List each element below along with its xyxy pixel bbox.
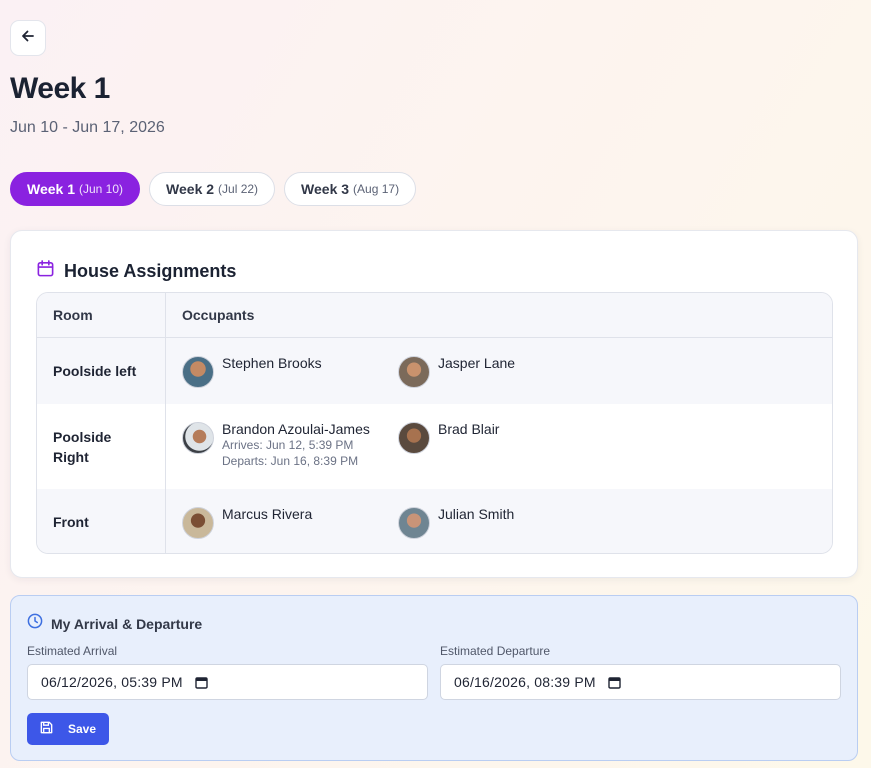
header-room: Room xyxy=(37,293,166,337)
save-label: Save xyxy=(68,722,97,736)
floppy-disk-icon xyxy=(39,720,54,738)
arrival-time: Arrives: Jun 12, 5:39 PM xyxy=(222,438,354,452)
departure-label: Estimated Departure xyxy=(440,644,551,658)
tab-date: (Jul 22) xyxy=(218,182,259,196)
avatar xyxy=(182,507,214,539)
room-name: Poolside left xyxy=(37,338,166,404)
room-name: Front xyxy=(37,489,166,553)
departure-value: 06/16/2026, 08:39 PM xyxy=(454,674,596,690)
avatar xyxy=(182,422,214,454)
tab-week-3[interactable]: Week 3 (Aug 17) xyxy=(284,172,417,206)
page-title: Week 1 xyxy=(10,72,110,105)
occupant: Stephen Brooks xyxy=(182,353,398,388)
avatar xyxy=(182,356,214,388)
occupant-name: Julian Smith xyxy=(438,506,515,522)
avatar xyxy=(398,422,430,454)
avatar xyxy=(398,507,430,539)
header-occupants: Occupants xyxy=(182,307,255,323)
occupant: Jasper Lane xyxy=(398,353,614,388)
panel-title: My Arrival & Departure xyxy=(51,615,203,632)
occupant: Brandon Azoulai-James Arrives: Jun 12, 5… xyxy=(182,419,398,469)
tab-week-2[interactable]: Week 2 (Jul 22) xyxy=(149,172,276,206)
clock-icon xyxy=(27,613,43,634)
departure-time: Departs: Jun 16, 8:39 PM xyxy=(222,454,359,468)
page-date-range: Jun 10 - Jun 17, 2026 xyxy=(10,119,165,136)
occupant-name: Brandon Azoulai-James xyxy=(222,421,370,437)
arrival-label: Estimated Arrival xyxy=(27,644,118,658)
calendar-icon xyxy=(36,259,55,283)
back-button[interactable] xyxy=(10,20,46,56)
occupant-name: Jasper Lane xyxy=(438,355,516,371)
arrival-departure-panel: My Arrival & Departure Estimated Arrival… xyxy=(10,595,858,761)
occupant-name: Brad Blair xyxy=(438,421,500,437)
calendar-icon[interactable] xyxy=(195,676,208,689)
table-row: Poolside Right Brandon Azoulai-James Arr… xyxy=(37,404,832,489)
tab-label: Week 1 xyxy=(27,181,75,197)
card-title: House Assignments xyxy=(64,260,237,281)
assignments-table: Room Occupants Poolside left Stephen Bro… xyxy=(36,292,833,554)
calendar-icon[interactable] xyxy=(608,676,621,689)
save-button[interactable]: Save xyxy=(27,713,109,745)
occupant-name: Stephen Brooks xyxy=(222,355,322,371)
week-tabs: Week 1 (Jun 10) Week 2 (Jul 22) Week 3 (… xyxy=(10,172,417,206)
avatar xyxy=(398,356,430,388)
table-header: Room Occupants xyxy=(37,293,832,338)
tab-date: (Jun 10) xyxy=(79,182,124,196)
tab-label: Week 2 xyxy=(166,181,215,197)
occupant: Brad Blair xyxy=(398,419,614,454)
table-row: Poolside left Stephen Brooks Jasper Lane xyxy=(37,338,832,404)
room-name: Poolside Right xyxy=(37,404,166,489)
arrival-datetime-input[interactable]: 06/12/2026, 05:39 PM xyxy=(27,664,428,700)
table-row: Front Marcus Rivera Julian Smith xyxy=(37,489,832,553)
house-assignments-card: House Assignments Room Occupants Poolsid… xyxy=(10,230,858,578)
occupant: Julian Smith xyxy=(398,504,614,539)
arrival-value: 06/12/2026, 05:39 PM xyxy=(41,674,183,690)
arrow-left-icon xyxy=(21,29,35,48)
tab-week-1[interactable]: Week 1 (Jun 10) xyxy=(10,172,141,206)
tab-date: (Aug 17) xyxy=(353,182,400,196)
occupant: Marcus Rivera xyxy=(182,504,398,539)
departure-datetime-input[interactable]: 06/16/2026, 08:39 PM xyxy=(440,664,841,700)
occupant-name: Marcus Rivera xyxy=(222,506,313,522)
tab-label: Week 3 xyxy=(301,181,350,197)
